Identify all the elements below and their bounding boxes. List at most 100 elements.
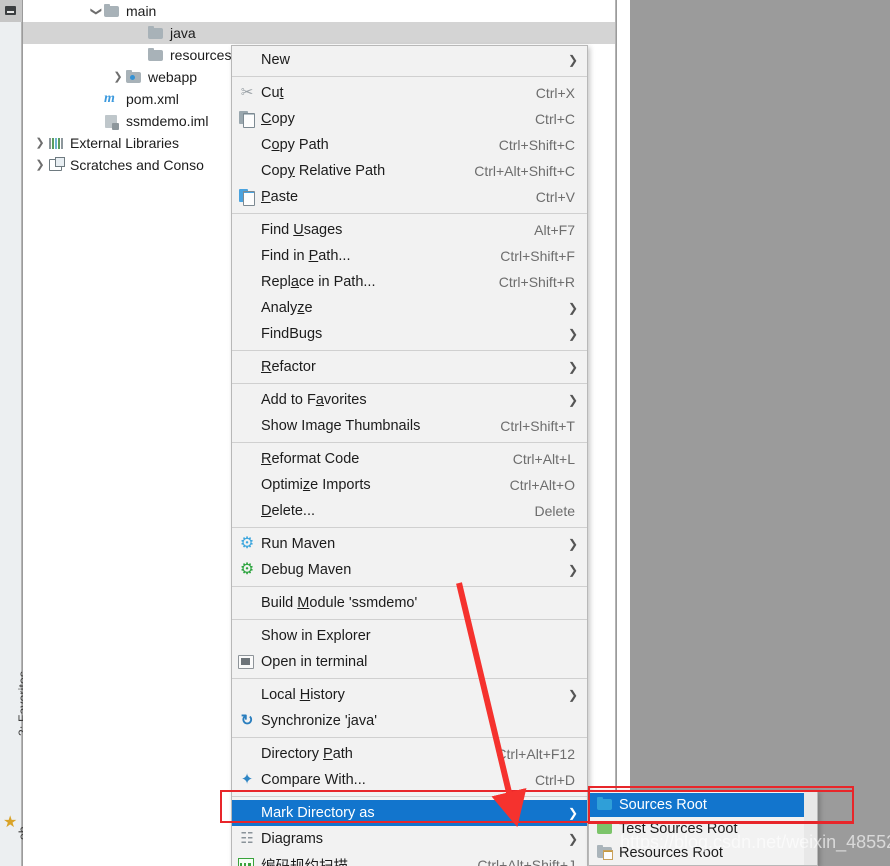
menu-item-icon-placeholder	[235, 475, 261, 495]
menu-item-label: Synchronize 'java'	[261, 713, 377, 729]
editor-white-gutter	[617, 0, 630, 793]
menu-item-delete[interactable]: Delete... Delete	[232, 498, 587, 524]
menu-item-show-in-explorer[interactable]: Show in Explorer	[232, 623, 587, 649]
menu-item-diagrams[interactable]: ☷ Diagrams ❯	[232, 826, 587, 852]
menu-item-shortcut: Ctrl+D	[534, 772, 575, 788]
menu-item-label: Diagrams	[261, 831, 324, 847]
menu-item-label: Optimize Imports	[261, 477, 371, 493]
menu-item-label: Debug Maven	[261, 562, 352, 578]
menu-item-open-in-terminal[interactable]: Open in terminal	[232, 649, 587, 675]
menu-item-label: Run Maven	[261, 536, 336, 552]
menu-item-shortcut: Ctrl+C	[534, 111, 575, 127]
menu-item-icon-placeholder	[235, 390, 261, 410]
menu-item-paste[interactable]: Paste Ctrl+V	[232, 184, 587, 210]
tree-item-main[interactable]: ❯ main	[23, 0, 615, 22]
chevron-right-icon: ❯	[567, 360, 578, 374]
menu-item-shortcut: Ctrl+V	[535, 189, 575, 205]
tool-tab-web[interactable]: eb	[0, 826, 30, 866]
menu-item-cut[interactable]: ✂ Cut Ctrl+X	[232, 80, 587, 106]
submenu-item-sources-root[interactable]: Sources Root	[589, 793, 817, 817]
menu-item-find-usages[interactable]: Find Usages Alt+F7	[232, 217, 587, 243]
menu-item-mark-directory-as[interactable]: Mark Directory as ❯	[232, 800, 587, 826]
tree-item-label: resources	[170, 47, 232, 63]
tree-item-java[interactable]: java	[23, 22, 615, 44]
tree-item-label: main	[126, 3, 157, 19]
chevron-right-icon[interactable]: ❯	[33, 132, 47, 154]
menu-item-add-to-favorites[interactable]: Add to Favorites ❯	[232, 387, 587, 413]
menu-item-synchronize-java[interactable]: ↻ Synchronize 'java'	[232, 708, 587, 734]
menu-item-shortcut: Ctrl+Alt+Shift+J	[477, 857, 575, 866]
tree-item-label: webapp	[148, 69, 198, 85]
collapse-tool-window-button[interactable]	[0, 0, 22, 22]
gear-blue-icon: ⚙	[239, 535, 255, 552]
submenu-item-resources-root[interactable]: Resources Root	[589, 841, 817, 865]
chevron-right-icon[interactable]: ❯	[33, 154, 47, 176]
menu-item-label: Directory Path	[261, 746, 353, 762]
menu-item-icon-placeholder	[235, 803, 261, 823]
chevron-down-icon[interactable]: ❯	[89, 0, 103, 22]
menu-item-copy-relative-path[interactable]: Copy Relative Path Ctrl+Alt+Shift+C	[232, 158, 587, 184]
menu-item-refactor[interactable]: Refactor ❯	[232, 354, 587, 380]
menu-item-label: Replace in Path...	[261, 274, 376, 290]
menu-item-local-history[interactable]: Local History ❯	[232, 682, 587, 708]
menu-item-icon-placeholder	[235, 324, 261, 344]
menu-separator	[232, 678, 587, 679]
menu-item-icon-placeholder	[235, 501, 261, 521]
menu-item-label: Analyze	[261, 300, 313, 316]
menu-item-copy-path[interactable]: Copy Path Ctrl+Shift+C	[232, 132, 587, 158]
menu-separator	[232, 527, 587, 528]
submenu-item-test-sources-root[interactable]: Test Sources Root	[589, 817, 817, 841]
menu-item-icon-placeholder	[235, 416, 261, 436]
menu-item-icon-placeholder	[235, 357, 261, 377]
menu-item-icon-placeholder	[235, 220, 261, 240]
menu-item-reformat-code[interactable]: Reformat Code Ctrl+Alt+L	[232, 446, 587, 472]
menu-item-icon-placeholder	[235, 744, 261, 764]
menu-item-icon-placeholder	[235, 135, 261, 155]
chevron-right-icon: ❯	[567, 53, 578, 67]
submenu-scrollbar[interactable]	[804, 791, 817, 865]
menu-separator	[232, 619, 587, 620]
maven-m-icon: m	[104, 91, 115, 106]
menu-item-label: Local History	[261, 687, 345, 703]
menu-item-[interactable]: 编码规约扫描Ctrl+Alt+Shift+J	[232, 852, 587, 866]
module-file-icon	[103, 113, 121, 130]
menu-item-icon-placeholder	[235, 246, 261, 266]
menu-item-compare-with[interactable]: ✦ Compare With... Ctrl+D	[232, 767, 587, 793]
folder-resources-icon	[595, 844, 619, 862]
folder-green-icon	[595, 820, 619, 838]
menu-item-label: Show Image Thumbnails	[261, 418, 421, 434]
menu-item-label: Build Module 'ssmdemo'	[261, 595, 418, 611]
chevron-right-icon: ❯	[567, 563, 578, 577]
scan-icon	[235, 855, 261, 866]
menu-item-optimize-imports[interactable]: Optimize Imports Ctrl+Alt+O	[232, 472, 587, 498]
menu-separator	[232, 796, 587, 797]
diagram-icon: ☷	[240, 830, 254, 847]
menu-item-directory-path[interactable]: Directory Path Ctrl+Alt+F12	[232, 741, 587, 767]
menu-item-label: Refactor	[261, 359, 316, 375]
menu-item-run-maven[interactable]: ⚙ Run Maven ❯	[232, 531, 587, 557]
menu-item-analyze[interactable]: Analyze ❯	[232, 295, 587, 321]
menu-item-findbugs[interactable]: FindBugs ❯	[232, 321, 587, 347]
menu-item-icon-placeholder	[235, 593, 261, 613]
menu-item-show-image-thumbnails[interactable]: Show Image Thumbnails Ctrl+Shift+T	[232, 413, 587, 439]
menu-item-find-in-path[interactable]: Find in Path... Ctrl+Shift+F	[232, 243, 587, 269]
tree-item-label: pom.xml	[126, 91, 179, 107]
menu-item-label: Copy Relative Path	[261, 163, 386, 179]
tree-item-label: ssmdemo.iml	[126, 113, 209, 129]
folder-icon	[147, 25, 165, 41]
menu-item-shortcut: Delete	[534, 503, 575, 519]
menu-item-replace-in-path[interactable]: Replace in Path... Ctrl+Shift+R	[232, 269, 587, 295]
menu-item-shortcut: Ctrl+Shift+T	[500, 418, 575, 434]
libraries-icon	[47, 135, 65, 151]
menu-item-label: Reformat Code	[261, 451, 360, 467]
chevron-right-icon[interactable]: ❯	[111, 66, 125, 88]
menu-item-label: Paste	[261, 189, 299, 205]
menu-item-copy[interactable]: Copy Ctrl+C	[232, 106, 587, 132]
menu-item-debug-maven[interactable]: ⚙ Debug Maven ❯	[232, 557, 587, 583]
menu-item-icon-placeholder	[235, 272, 261, 292]
menu-item-new[interactable]: New ❯	[232, 47, 587, 73]
menu-item-build-module-ssmdemo[interactable]: Build Module 'ssmdemo'	[232, 590, 587, 616]
chevron-right-icon: ❯	[567, 832, 578, 846]
